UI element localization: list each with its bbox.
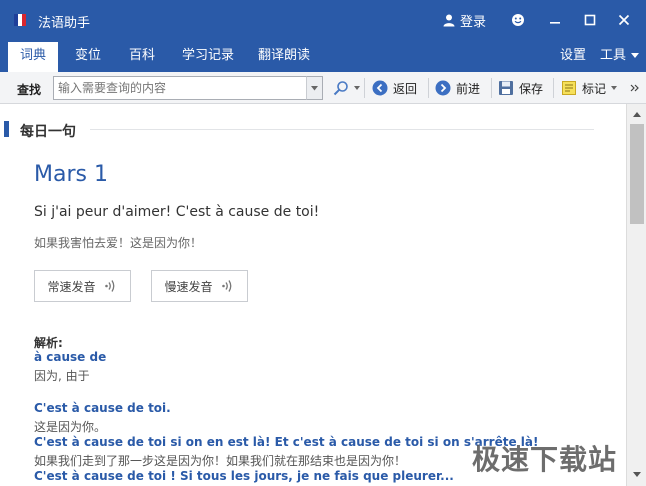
search-options-button[interactable]	[333, 78, 360, 98]
search-label: 查找	[17, 83, 42, 97]
back-label: 返回	[393, 81, 418, 96]
close-icon	[618, 14, 630, 26]
analysis-french-example: C'est à cause de toi.	[34, 401, 171, 415]
tab-bar: 词典 变位 百科 学习记录 翻译朗读 设置 工具	[0, 40, 646, 72]
site-watermark: 极速下载站	[472, 443, 618, 476]
toolbar-divider	[553, 78, 554, 98]
scroll-thumb[interactable]	[630, 124, 644, 224]
tab-dictionary[interactable]: 词典	[8, 42, 58, 72]
magnifier-icon	[333, 81, 348, 96]
tab-translate-read[interactable]: 翻译朗读	[252, 40, 316, 72]
arrow-right-icon	[435, 80, 451, 96]
maximize-icon	[584, 14, 596, 26]
close-button[interactable]	[614, 10, 634, 30]
tab-study-records[interactable]: 学习记录	[176, 40, 240, 72]
sound-waves-icon	[104, 280, 114, 292]
app-title: 法语助手	[38, 16, 91, 31]
arrow-left-icon	[372, 80, 388, 96]
scroll-down-button[interactable]	[629, 466, 645, 482]
save-button[interactable]: 保存	[498, 78, 543, 98]
chevron-down-icon	[611, 86, 618, 90]
chevron-down-icon	[354, 86, 360, 90]
login-label: 登录	[460, 14, 487, 30]
daily-date: Mars 1	[34, 162, 108, 187]
double-chevron-right-icon	[630, 84, 639, 92]
save-label: 保存	[519, 81, 544, 96]
tab-conjugation[interactable]: 变位	[66, 40, 110, 72]
bookmark-note-icon	[562, 81, 576, 95]
sound-waves-icon	[221, 280, 231, 292]
forward-label: 前进	[456, 81, 481, 96]
slow-speed-label: 慢速发音	[164, 279, 213, 294]
analysis-chinese-example: 如果我们走到了那一步这是因为你！如果我们就在那结束也是因为你！	[34, 454, 407, 468]
maximize-button[interactable]	[580, 10, 600, 30]
toolbar-divider	[428, 78, 429, 98]
arrow-up-icon	[633, 111, 641, 117]
minimize-button[interactable]	[545, 10, 565, 30]
tools-menu-button[interactable]: 工具	[600, 40, 640, 72]
chevron-down-icon	[631, 53, 640, 58]
analysis-french-example: C'est à cause de toi ! Si tous les jours…	[34, 469, 454, 483]
section-title: 每日一句	[20, 124, 76, 140]
login-button[interactable]: 登录	[442, 11, 487, 30]
normal-speed-audio-button[interactable]: 常速发音	[34, 270, 131, 302]
analysis-french-term: à cause de	[34, 350, 107, 364]
french-flag-logo	[14, 14, 26, 26]
vertical-scrollbar[interactable]	[626, 104, 646, 486]
bookmark-label: 标记	[582, 81, 607, 96]
user-icon	[443, 14, 455, 27]
content-pane: 每日一句 Mars 1 Si j'ai peur d'aimer! C'est …	[0, 104, 626, 486]
minimize-icon	[550, 22, 560, 24]
toolbar-divider	[491, 78, 492, 98]
back-button[interactable]: 返回	[372, 78, 417, 98]
bookmark-button[interactable]: 标记	[561, 78, 618, 98]
tools-label: 工具	[600, 48, 627, 63]
section-divider	[90, 129, 594, 130]
forward-button[interactable]: 前进	[435, 78, 480, 98]
analysis-chinese-example: 这是因为你。	[34, 420, 107, 434]
floppy-disk-icon	[499, 81, 513, 95]
slow-speed-audio-button[interactable]: 慢速发音	[151, 270, 248, 302]
smiley-icon	[512, 14, 524, 26]
daily-sentence-chinese: 如果我害怕去爱！这是因为你！	[34, 236, 203, 250]
search-input[interactable]	[53, 76, 307, 100]
arrow-down-icon	[633, 471, 641, 477]
daily-sentence-french: Si j'ai peur d'aimer! C'est à cause de t…	[34, 204, 320, 220]
settings-button[interactable]: 设置	[560, 40, 586, 72]
analysis-french-example: C'est à cause de toi si on en est là! Et…	[34, 435, 539, 449]
title-bar: 法语助手 登录	[0, 0, 646, 40]
analysis-chinese-term: 因为, 由于	[34, 369, 90, 383]
toolbar-overflow-button[interactable]	[630, 78, 639, 98]
toolbar-divider	[364, 78, 365, 98]
skin-button[interactable]	[508, 10, 528, 30]
scroll-up-button[interactable]	[629, 106, 645, 122]
analysis-label: 解析:	[34, 336, 63, 350]
normal-speed-label: 常速发音	[47, 279, 96, 294]
toolbar: 查找 返回 前进	[0, 72, 646, 104]
section-marker	[4, 121, 9, 137]
chevron-down-icon	[311, 85, 318, 90]
search-history-dropdown[interactable]	[306, 76, 323, 100]
tab-encyclopedia[interactable]: 百科	[120, 40, 164, 72]
